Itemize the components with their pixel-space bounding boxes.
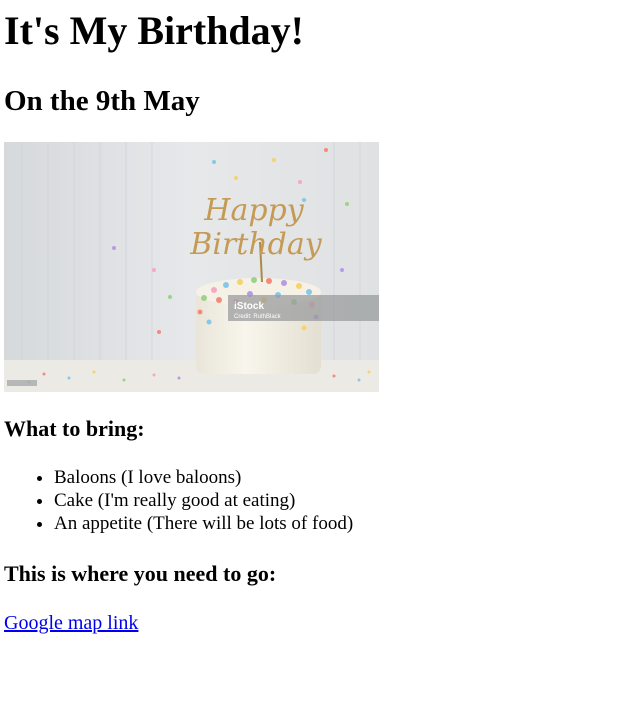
date-heading: On the 9th May (4, 85, 200, 117)
cake-topper-text-birthday: Birthday (189, 227, 322, 262)
what-to-bring-heading: What to bring: (4, 416, 145, 441)
page-title: It's My Birthday! (4, 8, 304, 53)
bring-list: Baloons (I love baloons) Cake (I'm reall… (4, 466, 630, 535)
list-item: Baloons (I love baloons) (54, 466, 630, 489)
watermark-credit: Credit: RuthBlack (234, 314, 282, 320)
birthday-cake-image: Happy Birthday iStock Credit: RuthBlack (4, 142, 379, 392)
location-heading: This is where you need to go: (4, 561, 277, 586)
cake-topper-text-happy: Happy (203, 193, 304, 228)
google-map-link[interactable]: Google map link (4, 611, 138, 635)
list-item: Cake (I'm really good at eating) (54, 489, 630, 512)
page: It's My Birthday! On the 9th May Happy B… (0, 8, 638, 635)
watermark-brand: iStock (234, 301, 264, 312)
list-item: An appetite (There will be lots of food) (54, 512, 630, 535)
